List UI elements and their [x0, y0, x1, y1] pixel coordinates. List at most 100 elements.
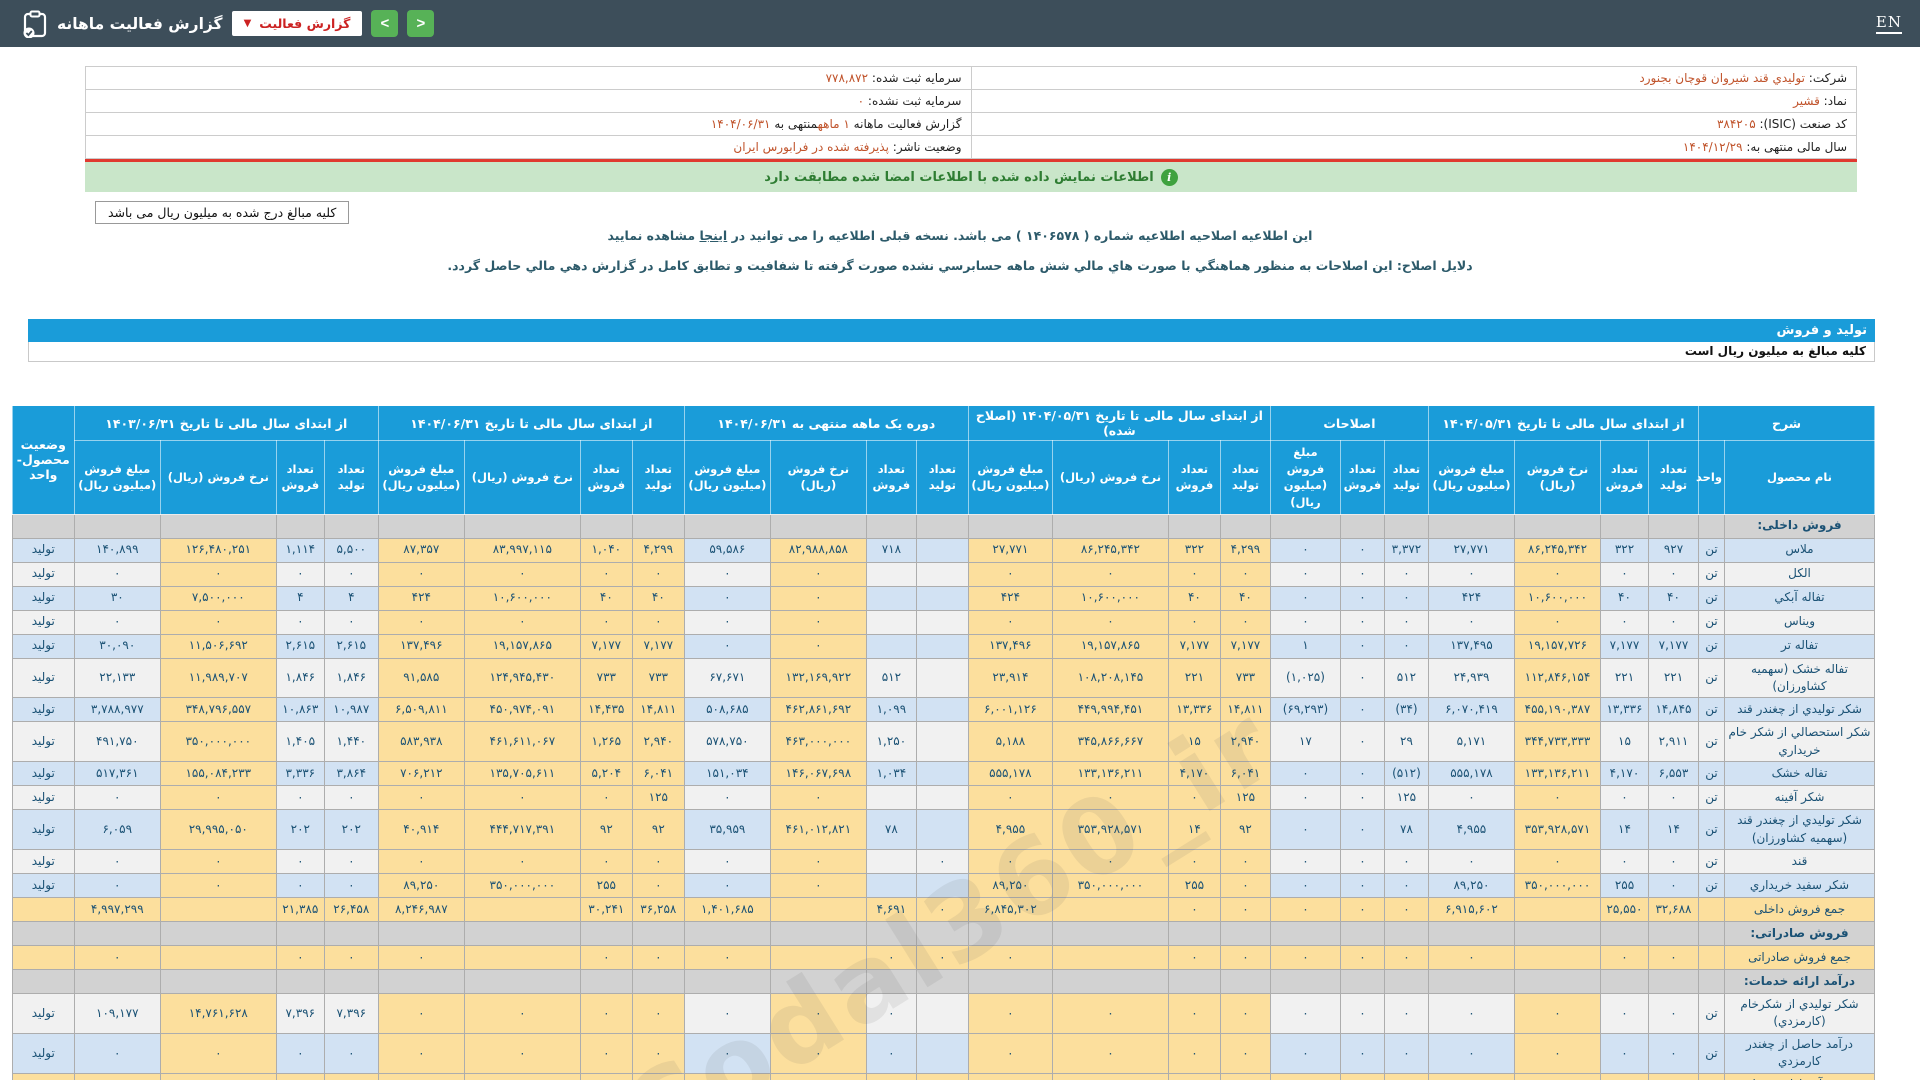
status-cell: تولید — [12, 562, 74, 586]
value-cell: ۰ — [770, 586, 866, 610]
previous-version-link[interactable]: اینجا — [699, 228, 727, 243]
value-cell: ۱,۴۴۰ — [324, 722, 378, 762]
report-type-dropdown[interactable]: گزارش فعالیت ▼ — [232, 11, 363, 36]
value-cell: ۱۱۲,۸۴۶,۱۵۴ — [1514, 658, 1600, 698]
value-cell: ۷۱۸ — [866, 538, 916, 562]
table-cell — [1648, 514, 1698, 538]
value-cell: ۰ — [916, 946, 968, 970]
nav-next-button[interactable]: > — [371, 10, 398, 37]
table-cell — [866, 514, 916, 538]
col-group-1: اصلاحات — [1270, 406, 1428, 441]
col-header-unit: واحد — [1698, 441, 1724, 515]
status-cell: تولید — [12, 658, 74, 698]
language-link[interactable]: EN — [1876, 13, 1902, 34]
value-cell: ۸۲,۹۸۸,۸۵۸ — [770, 538, 866, 562]
value-cell: ۵۷۸,۷۵۰ — [684, 722, 770, 762]
value-cell: ۶,۰۷۰,۴۱۹ — [1428, 698, 1514, 722]
value-cell: ۰ — [276, 874, 324, 898]
value-cell — [916, 610, 968, 634]
status-cell: تولید — [12, 810, 74, 850]
value-cell: ۰ — [378, 562, 464, 586]
col-header-product-name: نام محصول — [1725, 441, 1875, 515]
product-name-cell: شکر تولیدي از چغندر قند (سهمیه کشاورزان) — [1725, 810, 1875, 850]
col-header-tt: تعداد تولید — [632, 441, 684, 515]
value-cell: ۰ — [1514, 562, 1600, 586]
value-cell: ۰ — [1340, 850, 1384, 874]
value-cell: ۰ — [464, 610, 580, 634]
table-cell — [1168, 922, 1220, 946]
nav-prev-button[interactable]: < — [407, 10, 434, 37]
value-cell: ۰ — [1340, 722, 1384, 762]
value-cell: ۰ — [684, 562, 770, 586]
info-section: شرکت: تولیدي قند شیروان قوچان بجنورد سرم… — [85, 66, 1857, 192]
value-cell: ۰ — [1514, 994, 1600, 1034]
company-label: شرکت: — [1809, 71, 1847, 85]
table-row: تفاله ترتن۷,۱۷۷۷,۱۷۷۱۹,۱۵۷,۷۲۶۱۳۷,۴۹۵۰۰۱… — [12, 634, 1874, 658]
value-cell: ۱۰,۶۰۰,۰۰۰ — [1052, 586, 1168, 610]
value-cell: ۰ — [1340, 586, 1384, 610]
product-name-cell: تفاله تر — [1725, 634, 1875, 658]
col-header-mb: مبلغ فروش (میلیون ریال) — [684, 441, 770, 515]
value-cell: ۴۲۴ — [378, 586, 464, 610]
value-cell: ۰ — [1428, 562, 1514, 586]
table-row: ویناستن۰۰۰۰۰۰۰۰۰۰۰۰۰۰۰۰۰۰۰۰۰تولید — [12, 610, 1874, 634]
value-cell: ۰ — [632, 1033, 684, 1073]
value-cell: ۰ — [1220, 874, 1270, 898]
value-cell: ۵۱۷,۳۶۱ — [74, 762, 160, 786]
value-cell — [1514, 898, 1600, 922]
value-cell: ۰ — [324, 786, 378, 810]
value-cell: ۰ — [968, 610, 1052, 634]
value-cell: ۲۹ — [1384, 722, 1428, 762]
value-cell: ۳۰,۰۹۰ — [74, 634, 160, 658]
issuer-label: وضعیت ناشر: — [893, 140, 962, 154]
table-row: شکر تولیدي از چغندر قند (سهمیه کشاورزان)… — [12, 810, 1874, 850]
value-cell: ۵۱۲ — [866, 658, 916, 698]
amounts-unit-box: کلیه مبالغ درج شده به میلیون ریال می باش… — [95, 201, 349, 224]
value-cell: ۰ — [866, 1033, 916, 1073]
table-cell — [684, 922, 770, 946]
value-cell: ۳۲۲ — [1168, 538, 1220, 562]
table-cell — [1514, 514, 1600, 538]
value-cell: ۳,۸۶۴ — [324, 762, 378, 786]
value-cell: ۴۰ — [1220, 586, 1270, 610]
value-cell: ۰ — [968, 1033, 1052, 1073]
value-cell: ۲,۶۱۵ — [276, 634, 324, 658]
section-label: درآمد ارائه خدمات: — [1725, 970, 1875, 994]
table-row: تفاله خشکتن۶,۵۵۳۴,۱۷۰۱۳۳,۱۳۶,۲۱۱۵۵۵,۱۷۸(… — [12, 762, 1874, 786]
isic-label: کد صنعت (ISIC): — [1759, 117, 1847, 131]
value-cell: ۹۲ — [632, 810, 684, 850]
product-name-cell: تفاله خشک — [1725, 762, 1875, 786]
value-cell: ۴,۱۷۰ — [1600, 762, 1648, 786]
product-name-cell: ملاس — [1725, 538, 1875, 562]
table-row: جمع فروش داخلی۳۲,۶۸۸۲۵,۵۵۰۶,۹۱۵,۶۰۲۰۰۰۰۰… — [12, 898, 1874, 922]
value-cell: ۴۵۵,۱۹۰,۳۸۷ — [1514, 698, 1600, 722]
table-cell — [580, 970, 632, 994]
value-cell: ۰ — [684, 1073, 770, 1080]
value-cell: ۰ — [1168, 786, 1220, 810]
value-cell: ۷,۳۹۶ — [324, 1073, 378, 1080]
value-cell: ۳۵۰,۰۰۰,۰۰۰ — [1514, 874, 1600, 898]
unit-cell: تن — [1698, 874, 1724, 898]
value-cell: ۰ — [1270, 762, 1340, 786]
table-cell — [1428, 514, 1514, 538]
value-cell: ۰ — [684, 946, 770, 970]
value-cell: ۱۴,۸۱۱ — [632, 698, 684, 722]
status-cell: تولید — [12, 1033, 74, 1073]
value-cell: ۰ — [1514, 610, 1600, 634]
table-cell — [1168, 514, 1220, 538]
value-cell — [916, 634, 968, 658]
value-cell: ۴۰ — [632, 586, 684, 610]
unit-cell: تن — [1698, 994, 1724, 1034]
value-cell: ۰ — [378, 994, 464, 1034]
table-row: جمع درآمد ارائه خدمات۰۰۰۰۰۰۰۰۰۰۰۰۰۰۰۷,۳۹… — [12, 1073, 1874, 1080]
value-cell: ۰ — [580, 786, 632, 810]
value-cell: ۳۲,۶۸۸ — [1648, 898, 1698, 922]
table-cell — [378, 922, 464, 946]
table-cell — [324, 514, 378, 538]
unit-cell: تن — [1698, 810, 1724, 850]
value-cell: ۰ — [464, 1033, 580, 1073]
table-cell — [1384, 922, 1428, 946]
col-header-mb: مبلغ فروش (میلیون ریال) — [74, 441, 160, 515]
value-cell: ۰ — [632, 946, 684, 970]
unit-cell: تن — [1698, 786, 1724, 810]
